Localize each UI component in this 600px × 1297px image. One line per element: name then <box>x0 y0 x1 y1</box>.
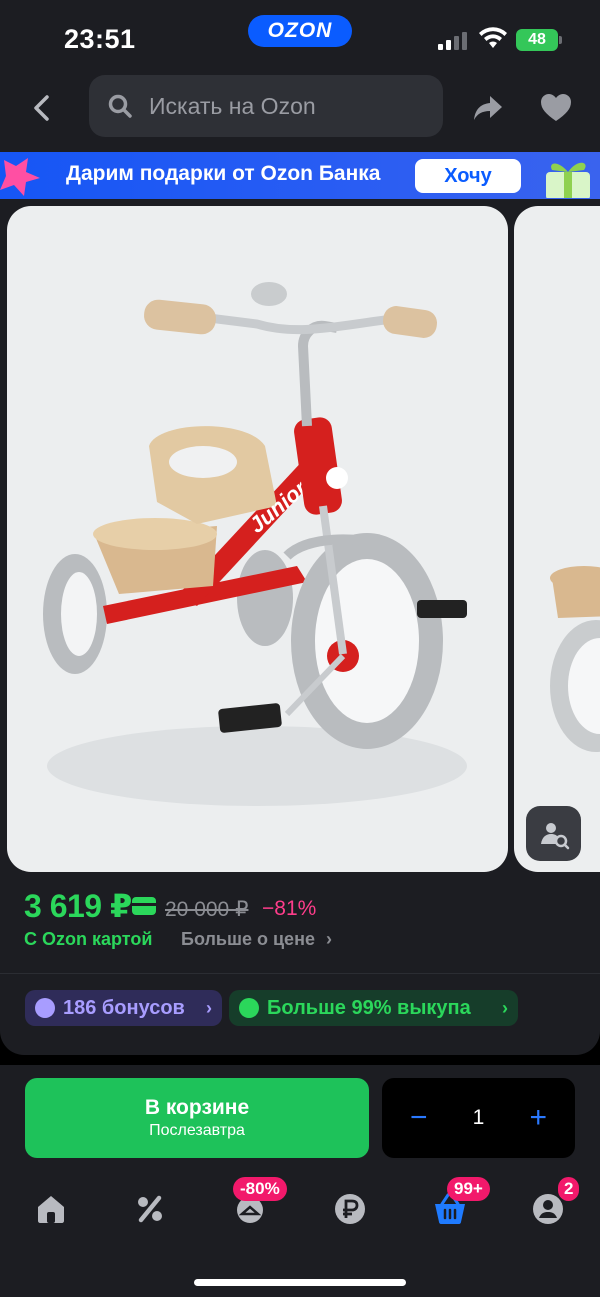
tab-bar: -80% 99+ 2 <box>0 1177 600 1247</box>
signal-icon <box>438 30 468 50</box>
top-navigation: Искать на Ozon <box>0 72 600 152</box>
price-block: 3 619 ₽ 20 000 ₽ −81% С Ozon картой Боль… <box>0 883 600 973</box>
tab-rub[interactable] <box>330 1189 370 1229</box>
ruble-icon <box>335 1194 365 1224</box>
bonus-badge[interactable]: 186 бонусов › <box>25 990 222 1026</box>
buyout-badge[interactable]: Больше 99% выкупа › <box>229 990 518 1026</box>
tab-sales[interactable] <box>130 1189 170 1229</box>
ozon-brand-pill[interactable]: OZON <box>248 15 352 47</box>
gift-star-icon <box>0 158 40 196</box>
price-old: 20 000 ₽ <box>165 898 249 921</box>
bonus-icon <box>35 998 55 1018</box>
bottom-panel: В корзине Послезавтра − 1 + -80% 99+ 2 <box>0 1065 600 1297</box>
ozon-card-icon <box>132 897 156 915</box>
quantity-stepper: − 1 + <box>382 1078 575 1158</box>
tricycle-image-next <box>550 566 600 752</box>
heart-icon[interactable] <box>538 90 574 126</box>
increase-button[interactable]: + <box>529 1101 547 1135</box>
search-icon <box>108 94 132 118</box>
price-note: С Ozon картой <box>24 929 153 949</box>
tab-fresh-badge: -80% <box>233 1177 287 1201</box>
promo-banner[interactable]: Дарим подарки от Ozon Банка Хочу <box>0 152 600 199</box>
product-image-next[interactable] <box>514 206 600 872</box>
buyout-badge-label: Больше 99% выкупа <box>267 996 471 1019</box>
share-icon[interactable] <box>470 90 506 126</box>
tab-profile-badge: 2 <box>558 1177 580 1201</box>
tricycle-image: Junior <box>43 282 467 806</box>
home-icon <box>38 1196 64 1223</box>
discount-percent: −81% <box>262 897 317 920</box>
chevron-right-icon: › <box>325 929 332 949</box>
status-bar: 23:51 OZON 48 <box>0 0 600 72</box>
delivery-date: Послезавтра <box>149 1122 245 1139</box>
chevron-left-icon <box>34 95 49 121</box>
price-current: 3 619 ₽ <box>24 888 132 924</box>
status-time: 23:51 <box>64 24 136 54</box>
product-image-main[interactable]: Junior <box>7 206 508 872</box>
back-button[interactable] <box>24 90 60 126</box>
home-indicator <box>194 1279 406 1286</box>
product-badges: 186 бонусов › Больше 99% выкупа › <box>0 973 600 1055</box>
decrease-button[interactable]: − <box>410 1101 428 1135</box>
gift-box-icon <box>546 162 590 198</box>
buyout-icon <box>239 998 259 1018</box>
chevron-right-icon: › <box>502 997 508 1018</box>
percent-icon <box>138 1195 162 1223</box>
in-cart-button[interactable]: В корзине Послезавтра <box>25 1078 369 1158</box>
chevron-right-icon: › <box>206 997 212 1018</box>
product-gallery[interactable]: Junior <box>0 199 600 883</box>
search-input[interactable]: Искать на Ozon <box>89 75 443 137</box>
search-placeholder: Искать на Ozon <box>149 92 316 119</box>
bonus-badge-label: 186 бонусов <box>63 996 185 1019</box>
battery-level: 48 <box>528 31 546 48</box>
quantity-value: 1 <box>472 1106 485 1129</box>
more-about-price-label: Больше о цене <box>181 929 315 949</box>
tab-cart-badge: 99+ <box>447 1177 490 1201</box>
in-cart-title: В корзине <box>144 1096 250 1119</box>
more-about-price-link[interactable]: Больше о цене › <box>181 929 332 950</box>
tab-home[interactable] <box>31 1189 71 1229</box>
image-search-button[interactable] <box>526 806 581 861</box>
promo-banner-button[interactable]: Хочу <box>415 159 521 193</box>
image-search-icon <box>540 822 569 849</box>
wifi-icon <box>479 27 507 48</box>
promo-banner-text: Дарим подарки от Ozon Банка <box>66 162 381 185</box>
battery-icon: 48 <box>516 29 562 51</box>
